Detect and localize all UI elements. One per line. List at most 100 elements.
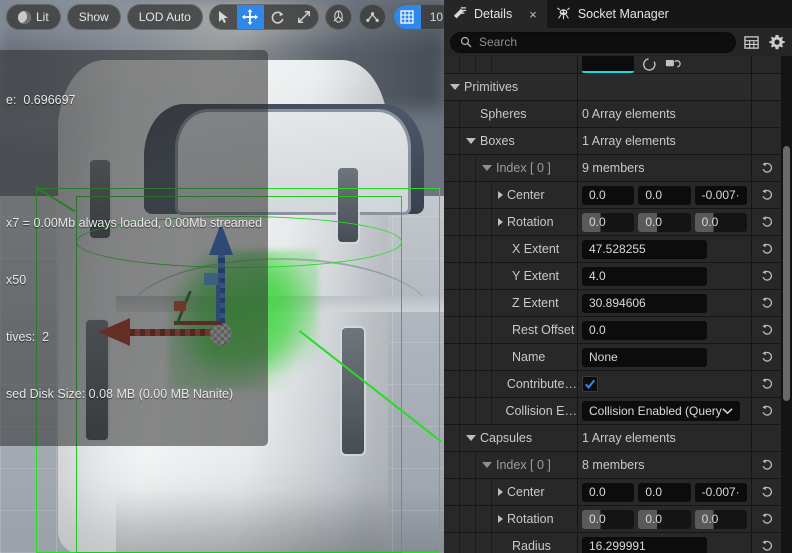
property-value-cell[interactable]: [578, 371, 752, 397]
reset-arrow-icon[interactable]: [760, 513, 774, 525]
reset-arrow-icon[interactable]: [760, 459, 774, 471]
numeric-input[interactable]: 30.894606: [582, 293, 707, 313]
property-row-cap-index-0[interactable]: Index [ 0 ] 8 members: [444, 452, 792, 479]
property-value-cell[interactable]: 0.0 0.0 0.0: [578, 209, 752, 235]
property-row-box-center[interactable]: Center 0.0 0.0 -0.007·: [444, 182, 792, 209]
vector-component-y[interactable]: 0.0: [638, 482, 691, 502]
reset-arrow-icon[interactable]: [760, 243, 774, 255]
property-value-cell[interactable]: 47.528255: [578, 236, 752, 262]
property-value-cell[interactable]: 1 Array elements: [578, 128, 752, 154]
expander-closed-icon[interactable]: [498, 191, 503, 199]
settings-button[interactable]: [767, 33, 786, 52]
numeric-input[interactable]: None: [582, 347, 707, 367]
tab-details-close-icon[interactable]: ×: [529, 8, 537, 21]
reset-arrow-icon[interactable]: [760, 189, 774, 201]
show-flags-button[interactable]: Show: [66, 4, 121, 30]
property-row-box-x-extent[interactable]: X Extent 47.528255: [444, 236, 792, 263]
property-value-cell[interactable]: [578, 74, 752, 100]
property-reset-cell[interactable]: [752, 398, 781, 424]
expander-open-icon[interactable]: [466, 138, 476, 144]
partial-row-value[interactable]: [578, 56, 752, 73]
search-field-wrapper[interactable]: [450, 31, 736, 53]
property-row-spheres[interactable]: Spheres 0 Array elements: [444, 101, 792, 128]
vector-component-z[interactable]: 0.0: [694, 509, 747, 529]
property-reset-cell[interactable]: [752, 479, 781, 505]
property-row-partial-top[interactable]: [444, 56, 792, 74]
property-value-cell[interactable]: None: [578, 344, 752, 370]
property-row-capsules[interactable]: Capsules 1 Array elements: [444, 425, 792, 452]
property-row-primitives[interactable]: Primitives: [444, 74, 792, 101]
vector-component-x[interactable]: 0.0: [582, 509, 635, 529]
property-reset-cell[interactable]: [752, 155, 781, 181]
property-value-cell[interactable]: 0.0 0.0 0.0: [578, 506, 752, 532]
property-value-cell[interactable]: 0 Array elements: [578, 101, 752, 127]
property-value-cell[interactable]: 8 members: [578, 452, 752, 478]
search-input[interactable]: [479, 35, 726, 49]
reset-arrow-icon[interactable]: [760, 297, 774, 309]
rotate-tool-button[interactable]: [264, 5, 291, 29]
vector-component-y[interactable]: 0.0: [638, 509, 691, 529]
reset-arrow-icon[interactable]: [760, 324, 774, 336]
property-value-cell[interactable]: 0.0 0.0 -0.007·: [578, 182, 752, 208]
property-value-cell[interactable]: 16.299991: [578, 533, 752, 553]
surface-snap-button[interactable]: [358, 4, 386, 30]
property-value-cell[interactable]: 1 Array elements: [578, 425, 752, 451]
tab-details[interactable]: Details ×: [444, 0, 547, 28]
expander-open-icon[interactable]: [450, 84, 460, 90]
property-value-cell[interactable]: Collision Enabled (Query: [578, 398, 752, 424]
vector-component-y[interactable]: 0.0: [638, 212, 691, 232]
property-value-cell[interactable]: 30.894606: [578, 290, 752, 316]
property-reset-cell[interactable]: [752, 452, 781, 478]
numeric-input[interactable]: 4.0: [582, 266, 707, 286]
property-reset-cell[interactable]: [752, 533, 781, 553]
property-reset-cell[interactable]: [752, 209, 781, 235]
property-row-box-rotation[interactable]: Rotation 0.0 0.0 0.0: [444, 209, 792, 236]
property-row-box-rest-offset[interactable]: Rest Offset 0.0: [444, 317, 792, 344]
expander-closed-icon[interactable]: [498, 515, 503, 523]
details-property-list[interactable]: Primitives Spheres 0 Array elements Boxes 1 …: [444, 56, 792, 553]
dropdown[interactable]: Collision Enabled (Query: [582, 401, 740, 421]
grid-snap-value[interactable]: 10: [421, 5, 444, 29]
checkbox[interactable]: [582, 376, 598, 392]
reset-arrow-icon[interactable]: [760, 216, 774, 228]
numeric-input[interactable]: 16.299991: [582, 536, 707, 553]
vector-component-x[interactable]: 0.0: [582, 185, 635, 205]
reset-arrow-icon[interactable]: [760, 162, 774, 174]
property-reset-cell[interactable]: [752, 506, 781, 532]
property-row-cap-rotation[interactable]: Rotation 0.0 0.0 0.0: [444, 506, 792, 533]
property-row-box-z-extent[interactable]: Z Extent 30.894606: [444, 290, 792, 317]
lod-button[interactable]: LOD Auto: [126, 4, 203, 30]
property-reset-cell[interactable]: [752, 290, 781, 316]
property-row-boxes[interactable]: Boxes 1 Array elements: [444, 128, 792, 155]
property-row-cap-radius[interactable]: Radius 16.299991: [444, 533, 792, 553]
property-reset-cell[interactable]: [752, 371, 781, 397]
reset-arrow-icon[interactable]: [760, 351, 774, 363]
reset-arrow-icon[interactable]: [760, 270, 774, 282]
select-tool-button[interactable]: [210, 5, 237, 29]
property-row-box-index-0[interactable]: Index [ 0 ] 9 members: [444, 155, 792, 182]
details-scrollbar-thumb[interactable]: [783, 146, 790, 401]
grid-snap-toggle[interactable]: [393, 5, 421, 29]
scale-tool-button[interactable]: [291, 5, 318, 29]
reset-arrow-icon[interactable]: [760, 486, 774, 498]
expander-closed-icon[interactable]: [498, 218, 503, 226]
property-reset-cell[interactable]: [752, 344, 781, 370]
property-value-cell[interactable]: 9 members: [578, 155, 752, 181]
vector-component-z[interactable]: 0.0: [694, 212, 747, 232]
property-value-cell[interactable]: 0.0 0.0 -0.007·: [578, 479, 752, 505]
property-reset-cell[interactable]: [752, 236, 781, 262]
vector-component-z[interactable]: -0.007·: [694, 185, 747, 205]
tab-socket-manager[interactable]: Socket Manager: [547, 0, 679, 28]
coordinate-system-button[interactable]: [324, 4, 352, 30]
expander-open-icon[interactable]: [466, 435, 476, 441]
level-viewport[interactable]: e: 0.696697 x7 = 0.00Mb always loaded, 0…: [0, 0, 444, 553]
property-row-cap-center[interactable]: Center 0.0 0.0 -0.007·: [444, 479, 792, 506]
property-value-cell[interactable]: 0.0: [578, 317, 752, 343]
vector-component-x[interactable]: 0.0: [582, 482, 635, 502]
property-row-box-contribute[interactable]: Contribute…: [444, 371, 792, 398]
property-row-box-collision[interactable]: Collision E… Collision Enabled (Query: [444, 398, 792, 425]
property-row-box-y-extent[interactable]: Y Extent 4.0: [444, 263, 792, 290]
vector-component-y[interactable]: 0.0: [638, 185, 691, 205]
property-value-cell[interactable]: 4.0: [578, 263, 752, 289]
view-mode-button[interactable]: Lit: [6, 4, 61, 30]
